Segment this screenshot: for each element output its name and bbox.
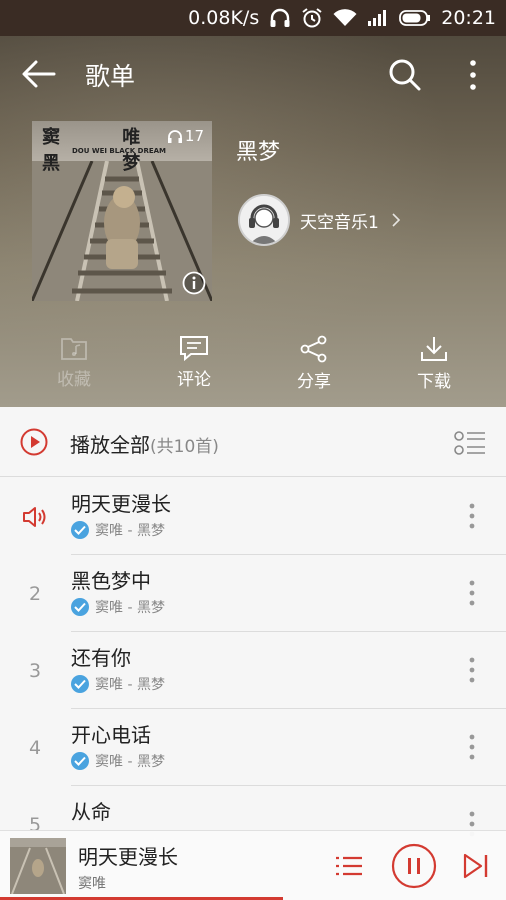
song-artist-album: 窦唯 - 黑梦 [95, 600, 165, 616]
list-item[interactable]: 2 黑色梦中 窦唯 - 黑梦 [0, 555, 506, 632]
comment-button[interactable]: 评论 [134, 335, 254, 395]
verified-check-icon [71, 675, 89, 693]
speaker-icon [23, 506, 46, 527]
playlist-cover[interactable]: 窦 唯 黑 梦 DOU WEI BLACK DREAM 17 [32, 121, 212, 301]
headphones-icon [167, 130, 182, 143]
now-playing-artist: 窦唯 [78, 876, 106, 892]
search-button[interactable] [386, 56, 424, 94]
play-count: 17 [167, 127, 204, 145]
song-title: 从命 [71, 800, 111, 824]
now-playing-title: 明天更漫长 [78, 845, 178, 869]
status-bar: 0.08K/s 20:21 [0, 0, 506, 36]
song-meta: 窦唯 - 黑梦 [71, 597, 165, 617]
list-item[interactable]: 4 开心电话 窦唯 - 黑梦 [0, 709, 506, 786]
info-icon [182, 271, 206, 295]
more-vertical-icon[interactable] [462, 656, 482, 684]
song-artist-album: 窦唯 - 黑梦 [95, 754, 165, 770]
comment-label: 评论 [177, 370, 211, 390]
more-vertical-icon [470, 60, 476, 90]
creator-name: 天空音乐1 [300, 212, 379, 233]
mini-player[interactable]: 明天更漫长 窦唯 [0, 830, 506, 900]
page-title: 歌单 [85, 62, 136, 91]
play-circle-icon [20, 428, 48, 456]
play-count-value: 17 [184, 127, 204, 145]
list-item[interactable]: 明天更漫长 窦唯 - 黑梦 [0, 478, 506, 555]
skip-next-icon [463, 853, 488, 879]
chevron-right-icon [392, 213, 400, 227]
info-button[interactable] [182, 271, 206, 295]
folder-music-icon [61, 338, 87, 360]
battery-icon [399, 10, 431, 26]
now-playing-indicator [20, 478, 50, 555]
song-title: 还有你 [71, 646, 131, 670]
track-number: 4 [28, 736, 42, 759]
song-title: 开心电话 [71, 723, 151, 747]
queue-list-icon [336, 856, 362, 876]
playlist-actions: 收藏 评论 分享 下载 [0, 335, 506, 395]
playlist-name: 黑梦 [236, 140, 281, 165]
play-all-text: 播放全部(共10首) [70, 429, 219, 458]
verified-check-icon [71, 521, 89, 539]
arrow-left-icon [22, 60, 56, 88]
share-icon [300, 335, 327, 363]
playlist-queue-button[interactable] [334, 851, 364, 881]
cover-thumbnail [10, 838, 66, 894]
list-item[interactable]: 3 还有你 窦唯 - 黑梦 [0, 632, 506, 709]
song-list: 明天更漫长 窦唯 - 黑梦 2 黑色梦中 窦唯 - 黑梦 3 还有你 窦唯 - … [0, 478, 506, 863]
song-meta: 窦唯 - 黑梦 [71, 674, 165, 694]
download-icon [421, 337, 447, 361]
song-title: 明天更漫长 [71, 492, 171, 516]
song-title: 黑色梦中 [71, 569, 151, 593]
song-artist-album: 窦唯 - 黑梦 [95, 523, 165, 539]
more-vertical-icon[interactable] [462, 579, 482, 607]
verified-check-icon [71, 598, 89, 616]
song-meta: 窦唯 - 黑梦 [71, 520, 165, 540]
cover-subtitle: DOU WEI BLACK DREAM [72, 147, 167, 155]
back-button[interactable] [20, 56, 60, 92]
song-artist-album: 窦唯 - 黑梦 [95, 677, 165, 693]
song-count: (共10首) [150, 437, 219, 457]
network-speed: 0.08K/s [188, 7, 260, 29]
track-number: 2 [28, 582, 42, 605]
avatar [238, 194, 290, 246]
share-button[interactable]: 分享 [254, 335, 374, 395]
share-label: 分享 [297, 372, 331, 392]
headphone-avatar-icon [240, 196, 288, 244]
comment-icon [180, 336, 208, 361]
track-number: 3 [28, 659, 42, 682]
play-all-label: 播放全部 [70, 433, 150, 457]
multi-select-icon[interactable] [454, 429, 486, 457]
pause-icon [391, 843, 437, 889]
now-playing-cover[interactable] [10, 838, 66, 894]
collect-label: 收藏 [57, 370, 91, 390]
more-vertical-icon[interactable] [462, 733, 482, 761]
play-all-row[interactable]: 播放全部(共10首) [0, 407, 506, 477]
next-track-button[interactable] [462, 851, 490, 881]
more-options-button[interactable] [462, 56, 484, 94]
signal-icon [367, 9, 389, 27]
wifi-icon [333, 9, 357, 27]
search-icon [389, 59, 421, 91]
creator-link[interactable]: 天空音乐1 [238, 194, 401, 246]
clock: 20:21 [441, 7, 496, 29]
alarm-icon [301, 7, 323, 29]
collect-button[interactable]: 收藏 [14, 335, 134, 395]
more-vertical-icon[interactable] [462, 502, 482, 530]
pause-button[interactable] [391, 843, 437, 889]
headphones-icon [269, 8, 291, 28]
download-button[interactable]: 下载 [374, 335, 494, 395]
download-label: 下载 [417, 372, 451, 392]
top-bar: 歌单 [0, 40, 506, 110]
song-meta: 窦唯 - 黑梦 [71, 751, 165, 771]
verified-check-icon [71, 752, 89, 770]
